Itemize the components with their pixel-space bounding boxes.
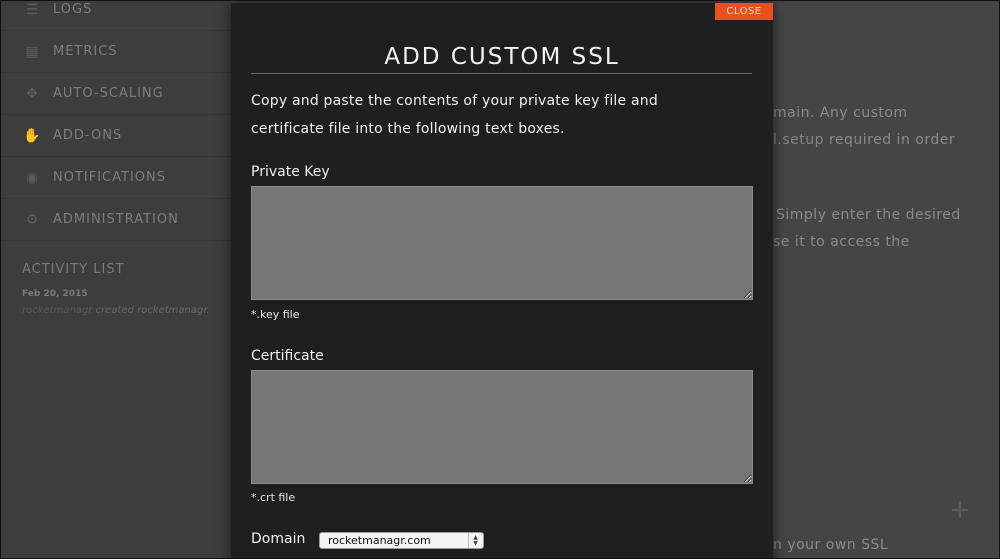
notifications-icon: ◉ [25, 169, 39, 186]
administration-icon: ⚙ [25, 211, 39, 228]
private-key-textarea[interactable] [251, 186, 753, 300]
sidebar-item-metrics[interactable]: ▦ METRICS [1, 31, 231, 73]
modal-instructions: Copy and paste the contents of your priv… [251, 93, 658, 137]
private-key-hint: *.key file [251, 308, 300, 321]
add-icon[interactable]: + [949, 497, 971, 523]
background-text-line: Simply enter the desired [776, 207, 961, 223]
add-custom-ssl-modal: CLOSE ADD CUSTOM SSL Copy and paste the … [231, 3, 773, 558]
sidebar-item-logs[interactable]: ☰ LOGS [1, 1, 231, 31]
app-window: ☰ LOGS ▦ METRICS ✥ AUTO-SCALING ✋ ADD-ON… [0, 0, 1000, 559]
sidebar-item-label: NOTIFICATIONS [53, 170, 166, 185]
activity-entry: rocketmanagr created rocketmanagr. [22, 305, 210, 316]
add-ons-icon: ✋ [23, 127, 41, 144]
background-text-line: se it to access the [773, 234, 910, 250]
activity-entry-user[interactable]: rocketmanagr [22, 305, 92, 316]
background-text-line: main. Any custom [773, 105, 908, 121]
sidebar-item-label: AUTO-SCALING [53, 86, 164, 101]
sidebar-item-label: ADMINISTRATION [53, 212, 179, 227]
certificate-textarea[interactable] [251, 370, 753, 484]
domain-label: Domain [251, 531, 306, 547]
sidebar-item-administration[interactable]: ⚙ ADMINISTRATION [1, 199, 231, 241]
background-link[interactable]: l.setup [773, 132, 824, 148]
certificate-label: Certificate [251, 348, 324, 364]
domain-select-value: rocketmanagr.com [328, 534, 431, 547]
sidebar-item-notifications[interactable]: ◉ NOTIFICATIONS [1, 157, 231, 199]
sidebar-item-auto-scaling[interactable]: ✥ AUTO-SCALING [1, 73, 231, 115]
domain-select[interactable]: rocketmanagr.com ▲ ▼ [319, 532, 484, 549]
certificate-hint: *.crt file [251, 491, 296, 504]
auto-scaling-icon: ✥ [26, 85, 38, 102]
sidebar-item-label: METRICS [53, 44, 118, 59]
title-divider [251, 73, 752, 74]
close-button[interactable]: CLOSE [715, 3, 773, 20]
modal-title: ADD CUSTOM SSL [384, 44, 620, 70]
metrics-icon: ▦ [25, 43, 39, 60]
logs-icon: ☰ [25, 1, 39, 18]
sidebar: ☰ LOGS ▦ METRICS ✥ AUTO-SCALING ✋ ADD-ON… [1, 1, 231, 558]
background-text-line: l.setup required in order [773, 132, 956, 148]
activity-entry-text: created rocketmanagr. [92, 305, 210, 316]
background-text-line: n your own SSL [773, 537, 889, 553]
sidebar-item-label: LOGS [53, 2, 93, 17]
activity-date: Feb 20, 2015 [22, 289, 88, 299]
select-arrows-icon: ▲ ▼ [468, 533, 482, 548]
activity-list-title: ACTIVITY LIST [22, 262, 125, 277]
sidebar-item-add-ons[interactable]: ✋ ADD-ONS [1, 115, 231, 157]
sidebar-item-label: ADD-ONS [53, 128, 123, 143]
private-key-label: Private Key [251, 164, 330, 180]
